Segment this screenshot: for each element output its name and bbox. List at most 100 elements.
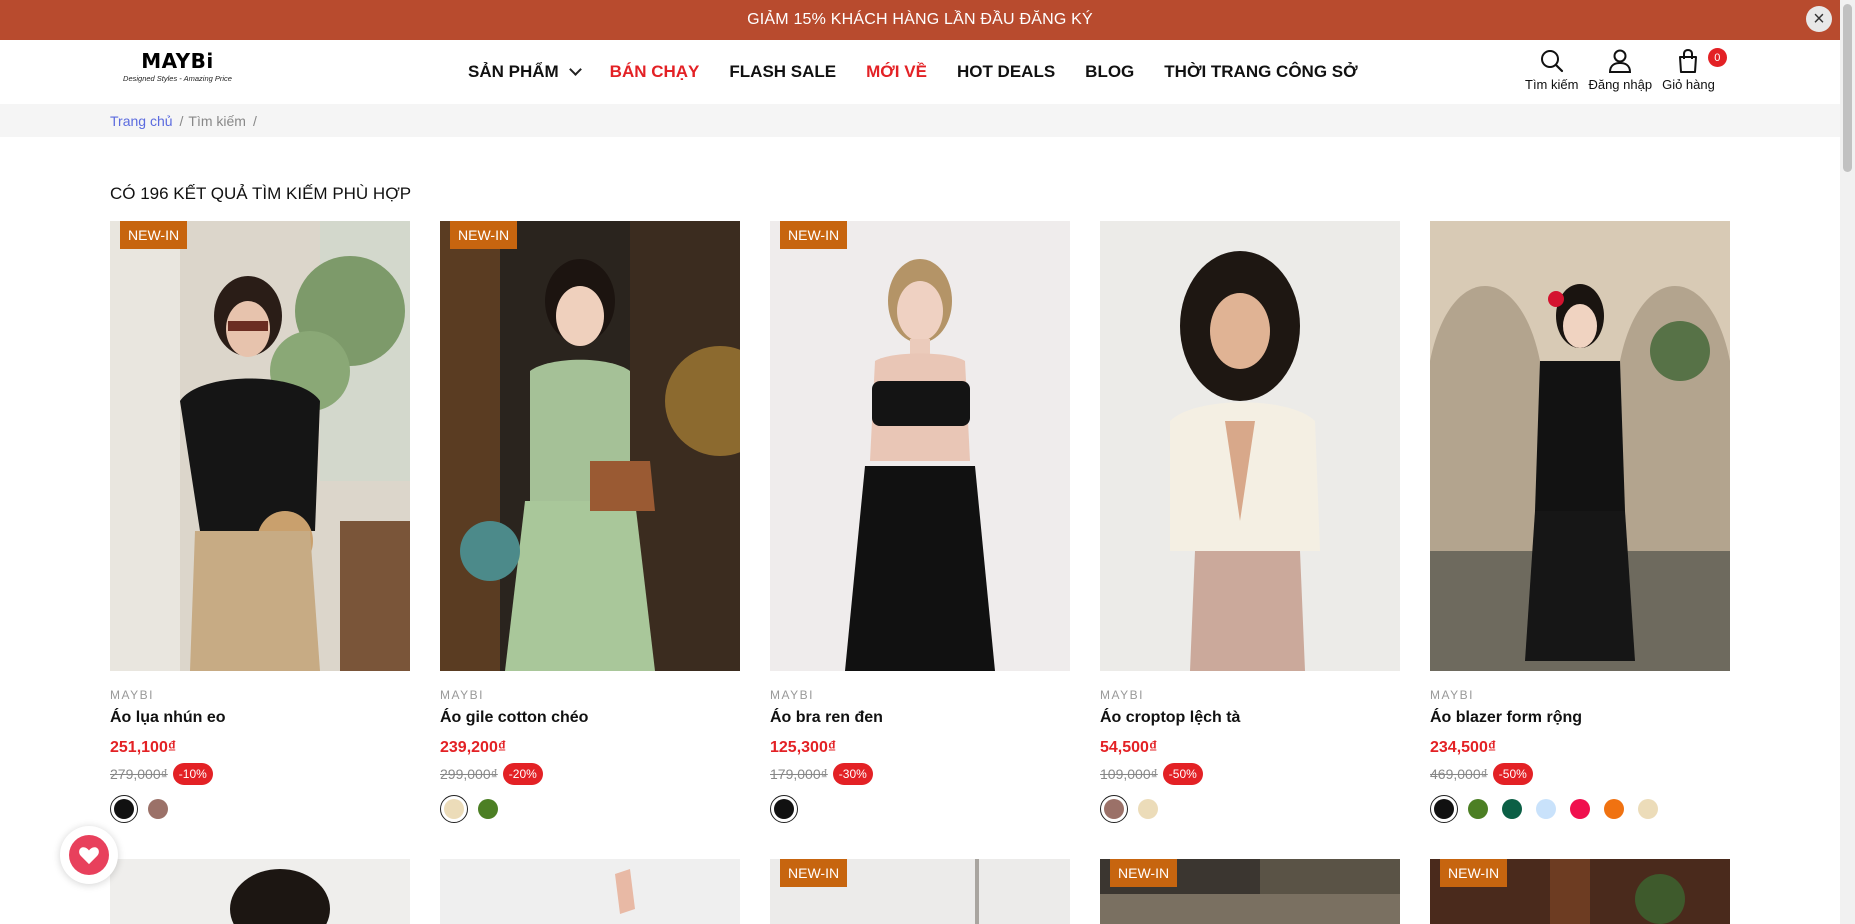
product-image[interactable] (1100, 221, 1400, 671)
new-in-badge: NEW-IN (780, 859, 848, 887)
product-card[interactable]: MAYBI Áo blazer form rộng 234,500₫ 469,0… (1430, 221, 1730, 823)
product-photo (440, 221, 740, 671)
search-button[interactable]: Tìm kiếm (1525, 48, 1578, 92)
product-photo (1100, 221, 1400, 671)
product-brand: MAYBI (770, 688, 814, 702)
product-price: 125,300₫ (770, 739, 837, 756)
product-photo (1430, 221, 1730, 671)
color-swatch[interactable] (1532, 795, 1560, 823)
color-swatch[interactable] (1498, 795, 1526, 823)
wishlist-button[interactable] (60, 826, 118, 884)
color-swatch[interactable] (770, 795, 798, 823)
results-title: CÓ 196 KẾT QUẢ TÌM KIẾM PHÙ HỢP (110, 184, 412, 203)
logo-text: MAYBi (141, 49, 214, 73)
product-image[interactable]: NEW-IN (440, 221, 740, 671)
product-brand: MAYBI (1100, 688, 1144, 702)
product-card[interactable]: NEW-IN (1100, 859, 1400, 924)
product-name[interactable]: Áo bra ren đen (770, 709, 1070, 727)
nav-item-thoi-trang-cong-so[interactable]: THỜI TRANG CÔNG SỞ (1164, 62, 1357, 82)
color-swatch[interactable] (1566, 795, 1594, 823)
product-name[interactable]: Áo gile cotton chéo (440, 709, 740, 727)
color-swatch[interactable] (440, 795, 468, 823)
scroll-thumb[interactable] (1843, 4, 1852, 172)
discount-badge: -30% (832, 763, 873, 785)
login-label: Đăng nhập (1588, 77, 1653, 92)
cart-icon (1679, 48, 1698, 73)
color-swatch[interactable] (1600, 795, 1628, 823)
new-in-badge: NEW-IN (120, 221, 188, 249)
nav-item-moi-ve[interactable]: MỚI VỀ (866, 62, 927, 82)
product-old-price: 179,000₫ (770, 766, 828, 782)
close-icon[interactable]: × (1806, 6, 1832, 32)
nav-item-ban-chay[interactable]: BÁN CHẠY (610, 62, 700, 82)
product-card[interactable]: NEW-IN MAYBI Áo lụa nhún eo 251,100₫ 279… (110, 221, 410, 823)
nav-item-flash-sale[interactable]: FLASH SALE (729, 62, 836, 82)
color-swatch[interactable] (474, 795, 502, 823)
product-card[interactable]: NEW-IN (1430, 859, 1730, 924)
product-image[interactable]: NEW-IN (770, 859, 1070, 924)
product-card[interactable]: NEW-IN MAYBI Áo gile cotton chéo 239,200… (440, 221, 740, 823)
product-name[interactable]: Áo blazer form rộng (1430, 709, 1730, 727)
product-old-price: 469,000₫ (1430, 766, 1488, 782)
product-image[interactable]: NEW-IN (110, 221, 410, 671)
product-image[interactable] (1430, 221, 1730, 671)
site-logo[interactable]: MAYBi Designed Styles - Amazing Price (115, 50, 240, 94)
nav-label: THỜI TRANG CÔNG SỞ (1164, 62, 1358, 81)
product-name[interactable]: Áo croptop lệch tà (1100, 709, 1400, 727)
site-header: MAYBi Designed Styles - Amazing Price SẢ… (0, 40, 1840, 104)
promo-text: GIẢM 15% KHÁCH HÀNG LẦN ĐẦU ĐĂNG KÝ (747, 11, 1093, 28)
product-image[interactable]: NEW-IN (1100, 859, 1400, 924)
nav-item-san-pham[interactable]: SẢN PHẨM (468, 62, 582, 82)
heart-icon (79, 847, 99, 865)
cart-button[interactable]: Giỏ hàng 0 (1662, 48, 1727, 92)
login-button[interactable]: Đăng nhập (1588, 48, 1652, 92)
discount-badge: -20% (502, 763, 543, 785)
new-in-badge: NEW-IN (1440, 859, 1508, 887)
nav-item-hot-deals[interactable]: HOT DEALS (957, 62, 1055, 82)
nav-label: BLOG (1085, 62, 1135, 81)
discount-badge: -10% (172, 763, 213, 785)
product-image[interactable]: NEW-IN (770, 221, 1070, 671)
breadcrumb-home[interactable]: Trang chủ (110, 113, 173, 129)
product-image[interactable] (440, 859, 740, 924)
product-old-price: 279,000₫ (110, 766, 168, 782)
nav-label: BÁN CHẠY (609, 62, 700, 81)
product-photo (110, 221, 410, 671)
product-image[interactable] (110, 859, 410, 924)
color-swatch[interactable] (1134, 795, 1162, 823)
product-card[interactable] (440, 859, 740, 924)
logo-tagline: Designed Styles - Amazing Price (123, 74, 232, 83)
color-swatches (1100, 795, 1400, 823)
page-scrollbar[interactable] (1840, 0, 1855, 924)
product-card[interactable]: MAYBI Áo croptop lệch tà 54,500₫ 109,000… (1100, 221, 1400, 823)
nav-item-blog[interactable]: BLOG (1085, 62, 1134, 82)
color-swatch[interactable] (1100, 795, 1128, 823)
product-price: 251,100₫ (110, 739, 177, 756)
product-card[interactable]: NEW-IN MAYBI Áo bra ren đen 125,300₫ 179… (770, 221, 1070, 823)
breadcrumb-current: Tìm kiếm (188, 112, 246, 129)
product-photo (440, 859, 740, 924)
color-swatch[interactable] (1430, 795, 1458, 823)
header-actions: Tìm kiếm Đăng nhập Giỏ hàng 0 (1525, 48, 1727, 92)
promo-bar: GIẢM 15% KHÁCH HÀNG LẦN ĐẦU ĐĂNG KÝ (0, 0, 1840, 40)
product-card[interactable] (110, 859, 410, 924)
product-card[interactable]: NEW-IN (770, 859, 1070, 924)
product-photo (110, 859, 410, 924)
product-brand: MAYBI (110, 688, 154, 702)
new-in-badge: NEW-IN (450, 221, 518, 249)
product-price: 239,200₫ (440, 739, 507, 756)
search-label: Tìm kiếm (1525, 77, 1579, 92)
breadcrumb-separator: / (252, 112, 257, 129)
color-swatch[interactable] (110, 795, 138, 823)
color-swatch[interactable] (1464, 795, 1492, 823)
search-icon (1540, 50, 1563, 73)
chevron-down-icon (568, 63, 582, 76)
product-image[interactable]: NEW-IN (1430, 859, 1730, 924)
color-swatch[interactable] (1634, 795, 1662, 823)
cart-count-badge: 0 (1707, 48, 1727, 67)
product-name[interactable]: Áo lụa nhún eo (110, 709, 410, 727)
color-swatches (1430, 795, 1730, 823)
main-nav: SẢN PHẨM BÁN CHẠY FLASH SALE MỚI VỀ HOT … (468, 40, 1388, 104)
nav-label: FLASH SALE (729, 62, 837, 81)
color-swatch[interactable] (144, 795, 172, 823)
